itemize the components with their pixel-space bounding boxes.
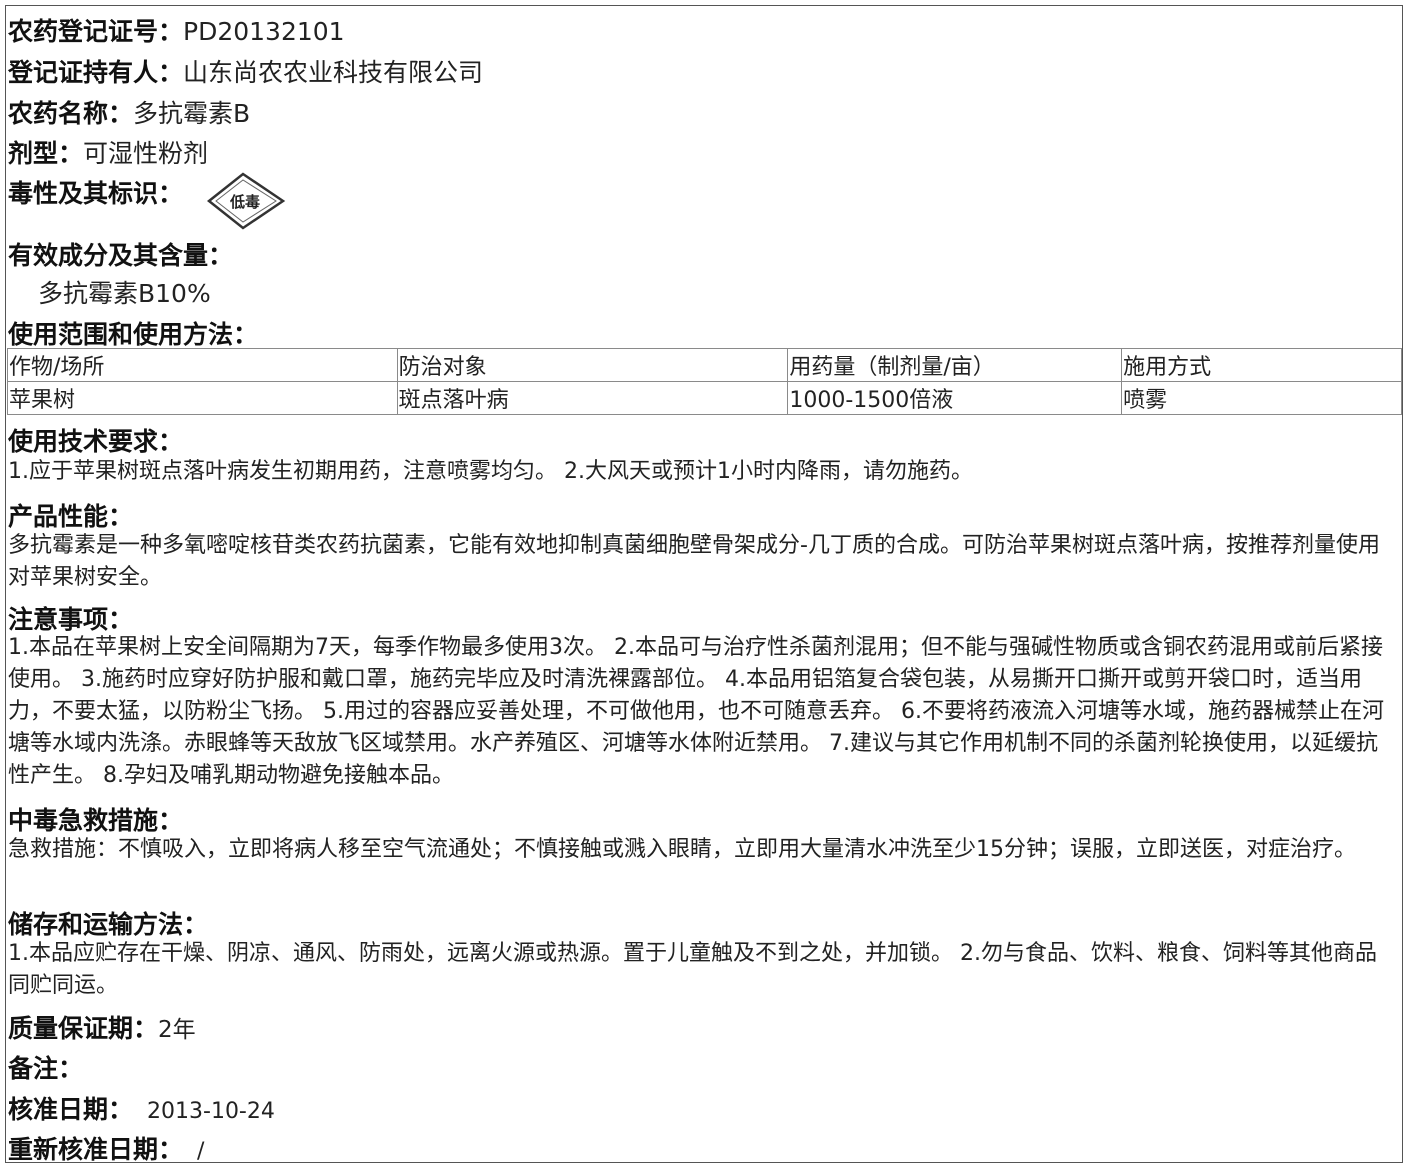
formulation-row: 剂型：可湿性粉剂 [8,134,208,170]
performance-label: 产品性能： [8,502,134,531]
performance-row: 产品性能： [8,497,133,533]
reg-no-label: 农药登记证号： [8,17,184,46]
reapproval-date-label: 重新核准日期： [8,1135,184,1164]
reapproval-date-value: / [197,1139,205,1164]
badge-text: 低毒 [229,193,260,211]
holder-label: 登记证持有人： [8,58,184,87]
shelf-life-value: 2年 [158,1017,196,1043]
usage-table: 作物/场所 防治对象 用药量（制剂量/亩） 施用方式 苹果树 斑点落叶病 100… [7,348,1402,415]
tech-label: 使用技术要求： [8,427,184,456]
ingredients-row: 有效成分及其含量： [8,236,233,272]
holder-row: 登记证持有人：山东尚农农业科技有限公司 [8,53,483,89]
approval-date-row: 核准日期： 2013-10-24 [8,1090,275,1126]
storage-row: 储存和运输方法： [8,905,208,941]
tech-row: 使用技术要求： [8,422,183,458]
usage-header-row: 作物/场所 防治对象 用药量（制剂量/亩） 施用方式 [7,348,1402,382]
name-label: 农药名称： [8,99,134,128]
usage-row: 使用范围和使用方法： [8,315,258,351]
reapproval-date-row: 重新核准日期： / [8,1130,204,1166]
formulation-label: 剂型： [8,139,84,168]
notes-label: 注意事项： [8,605,134,634]
ingredients-value-row: 多抗霉素B10% [38,274,211,310]
holder-value: 山东尚农农业科技有限公司 [183,58,484,87]
reg-no-row: 农药登记证号：PD20132101 [8,12,345,48]
usage-label: 使用范围和使用方法： [8,320,259,349]
usage-header-cell: 用药量（制剂量/亩） [787,348,1123,382]
table-row: 苹果树 斑点落叶病 1000-1500倍液 喷雾 [7,381,1402,415]
usage-cell: 斑点落叶病 [396,381,789,415]
tech-text: 1.应于苹果树斑点落叶病发生初期用药，注意喷雾均匀。 2.大风天或预计1小时内降… [8,459,973,484]
reg-no-value: PD20132101 [183,17,345,46]
usage-cell: 喷雾 [1121,381,1402,415]
shelf-life-label: 质量保证期： [8,1014,159,1043]
remarks-label: 备注： [8,1054,84,1083]
low-toxicity-diamond-icon: 低毒 [206,172,286,230]
storage-text: 1.本品应贮存在干燥、阴凉、通风、防雨处，远离火源或热源。置于儿童触及不到之处，… [8,941,1377,998]
formulation-value: 可湿性粉剂 [83,139,209,168]
usage-header-cell: 防治对象 [396,348,789,382]
usage-header-cell: 施用方式 [1121,348,1402,382]
name-row: 农药名称：多抗霉素B [8,94,250,130]
usage-header-cell: 作物/场所 [7,348,398,382]
toxicity-label: 毒性及其标识： [8,179,184,208]
name-value: 多抗霉素B [133,99,251,128]
first-aid-row: 中毒急救措施： [8,801,183,837]
ingredients-label: 有效成分及其含量： [8,241,234,270]
remarks-row: 备注： [8,1049,83,1085]
ingredients-value: 多抗霉素B10% [38,279,211,308]
notes-text: 1.本品在苹果树上安全间隔期为7天，每季作物最多使用3次。 2.本品可与治疗性杀… [8,635,1384,788]
usage-cell: 苹果树 [7,381,398,415]
usage-cell: 1000-1500倍液 [787,381,1123,415]
approval-date-value: 2013-10-24 [147,1099,275,1124]
performance-text: 多抗霉素是一种多氧嘧啶核苷类农药抗菌素，它能有效地抑制真菌细胞壁骨架成分-几丁质… [8,533,1380,590]
approval-date-label: 核准日期： [8,1095,134,1124]
first-aid-label: 中毒急救措施： [8,806,184,835]
notes-row: 注意事项： [8,600,133,636]
toxicity-row: 毒性及其标识： [8,174,183,210]
first-aid-text: 急救措施：不慎吸入，立即将病人移至空气流通处；不慎接触或溅入眼睛，立即用大量清水… [8,837,1356,862]
shelf-life-row: 质量保证期：2年 [8,1009,196,1045]
storage-label: 储存和运输方法： [8,910,209,939]
